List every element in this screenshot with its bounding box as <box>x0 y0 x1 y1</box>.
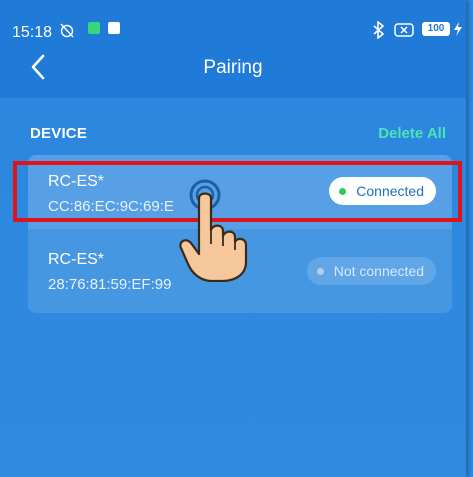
bluetooth-icon <box>373 21 385 39</box>
device-name: RC-ES* <box>48 251 105 268</box>
app-bar: Pairing <box>0 52 466 98</box>
battery-level: 100 <box>427 23 445 34</box>
status-time: 15:18 <box>12 24 53 41</box>
page-title: Pairing <box>203 57 263 78</box>
charging-icon <box>454 22 462 36</box>
section-label-device: DEVICE <box>30 125 88 142</box>
app-notification-icon <box>108 22 120 34</box>
notification-icon <box>88 22 100 34</box>
battery-icon: 100 <box>422 22 450 36</box>
connection-status-badge[interactable]: Not connected <box>306 257 436 285</box>
delete-all-button[interactable]: Delete All <box>378 125 446 142</box>
device-mac-address: 28:76:81:59:EF:99 <box>48 276 172 293</box>
alarm-off-icon <box>60 23 74 38</box>
tap-hand-icon <box>179 179 248 282</box>
status-bar: 15:18 100 <box>0 0 466 52</box>
status-dot-icon <box>316 267 324 275</box>
network-x-icon <box>394 23 414 37</box>
app-screen: 15:18 100 Pairing DEVICE Delete All RC-E… <box>0 0 466 477</box>
connection-status-text: Not connected <box>333 263 424 279</box>
